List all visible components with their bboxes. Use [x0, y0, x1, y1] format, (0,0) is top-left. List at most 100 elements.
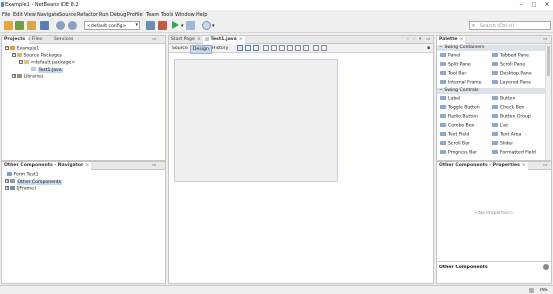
resize-vertically-icon[interactable]	[321, 45, 327, 51]
tree-node-file[interactable]: Test1.java	[31, 67, 63, 73]
expand-icon[interactable]: +	[5, 186, 9, 190]
collapse-icon[interactable]: −	[12, 53, 16, 57]
menu-navigate[interactable]: Navigate	[37, 12, 59, 18]
menu-window[interactable]: Window	[175, 12, 195, 18]
close-icon[interactable]: ×	[197, 37, 201, 42]
open-project-icon[interactable]	[27, 21, 36, 30]
menu-refactor[interactable]: Refactor	[77, 12, 98, 18]
menu-debug[interactable]: Debug	[110, 12, 126, 18]
minimize-window-icon[interactable]: ▭	[426, 37, 430, 42]
palette-item-desktop-pane[interactable]: Desktop Pane	[492, 71, 532, 77]
palette-item-slider[interactable]: Slider	[492, 141, 513, 147]
chevron-down-icon[interactable]: ▾	[181, 23, 184, 29]
palette-item-label[interactable]: Label	[440, 96, 460, 102]
build-icon[interactable]	[146, 21, 155, 30]
menu-source[interactable]: Source	[59, 12, 76, 18]
center-horizontally-icon[interactable]	[279, 45, 285, 51]
collapse-icon[interactable]: −	[19, 60, 23, 64]
chevron-down-icon[interactable]: ▾	[212, 23, 215, 29]
menu-file[interactable]: File	[2, 12, 10, 18]
minimize-window-icon[interactable]: ▭	[543, 37, 547, 42]
tab-files[interactable]: Files	[30, 36, 44, 44]
config-select[interactable]: <default config> ▾	[84, 21, 140, 30]
redo-icon[interactable]	[68, 21, 77, 30]
palette-item-check-box[interactable]: Check Box	[492, 105, 524, 111]
scrollbar-thumb[interactable]	[547, 46, 550, 76]
tree-node-other-components[interactable]: + Other Components	[5, 179, 63, 185]
new-file-icon[interactable]	[4, 21, 13, 30]
center-vertically-icon[interactable]	[303, 45, 309, 51]
menu-help[interactable]: Help	[196, 12, 207, 18]
palette-scrollbar[interactable]	[545, 44, 551, 160]
tree-node-form[interactable]: Form Test1	[7, 172, 39, 178]
selection-mode-icon[interactable]	[237, 45, 243, 51]
tab-palette[interactable]: Palette ×	[437, 36, 466, 44]
palette-item-text-area[interactable]: Text Area	[492, 132, 521, 138]
palette-item-layered-pane[interactable]: Layered Pane	[492, 80, 531, 86]
tab-navigator[interactable]: Other Components - Navigator ×	[2, 162, 92, 170]
profile-icon[interactable]	[202, 21, 211, 30]
align-bottom-icon[interactable]	[295, 45, 301, 51]
collapse-icon[interactable]: −	[5, 46, 9, 50]
jframe-form[interactable]	[174, 59, 338, 182]
close-icon[interactable]: ×	[522, 163, 526, 168]
palette-item-formatted-field[interactable]: Formatted Field	[492, 150, 536, 156]
tab-start-page[interactable]: Start Page ×	[169, 36, 203, 44]
tab-services[interactable]: Services	[52, 36, 75, 44]
run-icon[interactable]	[172, 21, 179, 29]
tree-node-jframe[interactable]: + [JFrame]	[5, 186, 36, 192]
menu-tools[interactable]: Tools	[161, 12, 173, 18]
palette-item-combo-box[interactable]: Combo Box	[440, 123, 474, 129]
new-project-icon[interactable]	[15, 21, 24, 30]
notifications-icon[interactable]	[529, 288, 534, 293]
align-top-icon[interactable]	[287, 45, 293, 51]
subtab-design[interactable]: Design	[190, 44, 212, 54]
tab-projects[interactable]: Projects ×	[2, 36, 31, 44]
design-canvas[interactable]	[169, 54, 433, 283]
palette-item-button[interactable]: Button	[492, 96, 515, 102]
resize-horizontally-icon[interactable]	[313, 45, 319, 51]
palette-item-list[interactable]: List	[492, 123, 508, 129]
close-icon[interactable]: ×	[239, 37, 243, 42]
palette-category-swing-controls[interactable]: − Swing Controls	[437, 88, 545, 94]
palette-item-panel[interactable]: Panel	[440, 53, 460, 59]
scroll-tabs-left-icon[interactable]: ‹	[407, 37, 409, 42]
tree-node-source-packages[interactable]: − Source Packages	[12, 53, 62, 59]
menu-edit[interactable]: Edit	[13, 12, 23, 18]
palette-item-button-group[interactable]: Button Group	[492, 114, 531, 120]
palette-item-tool-bar[interactable]: Tool Bar	[440, 71, 466, 77]
expand-icon[interactable]: +	[5, 179, 9, 183]
undo-icon[interactable]	[56, 21, 65, 30]
palette-item-scroll-bar[interactable]: Scroll Bar	[440, 141, 470, 147]
tab-properties[interactable]: Other Components - Properties ×	[437, 162, 528, 170]
maximize-icon[interactable]: □	[528, 1, 540, 9]
tab-list-icon[interactable]: ▾	[419, 37, 421, 42]
menu-view[interactable]: View	[24, 12, 36, 18]
minimize-window-icon[interactable]: ▭	[152, 37, 156, 42]
tree-node-libraries[interactable]: + Libraries	[12, 74, 43, 80]
palette-item-text-field[interactable]: Text Field	[440, 132, 469, 138]
debug-icon[interactable]	[186, 21, 195, 30]
menu-profile[interactable]: Profile	[127, 12, 143, 18]
palette-item-split-pane[interactable]: Split Pane	[440, 62, 471, 68]
palette-item-radio-button[interactable]: Radio Button	[440, 114, 478, 120]
tab-test1-java[interactable]: Test1.java ×	[203, 36, 245, 44]
align-left-icon[interactable]	[263, 45, 269, 51]
palette-item-tabbed-pane[interactable]: Tabbed Pane	[492, 53, 529, 59]
minimize-window-icon[interactable]: ▭	[543, 163, 547, 168]
connection-mode-icon[interactable]	[245, 45, 251, 51]
subtab-source[interactable]: Source	[172, 46, 188, 51]
palette-item-internal-frame[interactable]: Internal Frame	[440, 80, 481, 86]
save-all-icon[interactable]	[40, 21, 49, 30]
preview-design-icon[interactable]	[253, 45, 259, 51]
tree-node-default-package[interactable]: − <default package>	[19, 60, 75, 66]
close-icon[interactable]: ×	[541, 1, 553, 9]
settings-icon[interactable]: ▪	[427, 45, 430, 51]
clean-build-icon[interactable]	[158, 21, 167, 30]
subtab-history[interactable]: History	[212, 46, 228, 51]
align-right-icon[interactable]	[271, 45, 277, 51]
tree-node-project[interactable]: − Example1	[5, 46, 39, 52]
palette-item-toggle-button[interactable]: Toggle Button	[440, 105, 480, 111]
expand-icon[interactable]: +	[12, 74, 16, 78]
help-icon[interactable]	[543, 264, 549, 270]
